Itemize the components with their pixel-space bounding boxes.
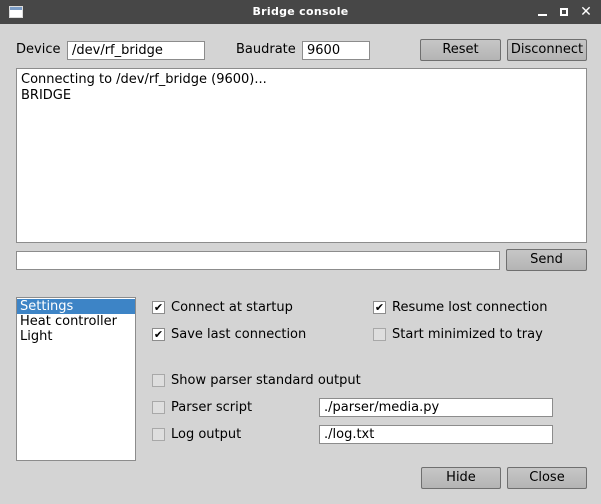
console-output[interactable]: Connecting to /dev/rf_bridge (9600)... B… — [16, 68, 587, 243]
close-window-button[interactable]: ✕ — [577, 3, 595, 21]
log-output-label: Log output — [171, 427, 242, 442]
device-input[interactable]: /dev/rf_bridge — [67, 41, 205, 60]
resume-lost-connection-checkbox[interactable]: ✔ — [373, 301, 386, 314]
parser-script-input[interactable]: ./parser/media.py — [319, 398, 553, 417]
close-button[interactable]: Close — [507, 467, 587, 489]
maximize-button[interactable] — [555, 3, 573, 21]
baudrate-label: Baudrate — [236, 42, 296, 57]
minimize-button[interactable] — [534, 3, 552, 21]
list-item-heat-controller[interactable]: Heat controller — [17, 314, 135, 329]
parser-script-checkbox[interactable] — [152, 401, 165, 414]
maximize-icon — [560, 8, 568, 16]
log-output-checkbox[interactable] — [152, 428, 165, 441]
command-input[interactable] — [16, 251, 500, 270]
list-item-settings[interactable]: Settings — [17, 299, 135, 314]
list-item-light[interactable]: Light — [17, 329, 135, 344]
minimize-icon — [538, 14, 547, 16]
disconnect-button[interactable]: Disconnect — [507, 39, 587, 61]
save-last-connection-label: Save last connection — [171, 327, 307, 342]
parser-script-label: Parser script — [171, 400, 253, 415]
settings-category-list[interactable]: Settings Heat controller Light — [16, 297, 136, 461]
hide-button[interactable]: Hide — [421, 467, 501, 489]
connect-at-startup-label: Connect at startup — [171, 300, 293, 315]
log-output-input[interactable]: ./log.txt — [319, 425, 553, 444]
window-title: Bridge console — [252, 5, 349, 18]
send-button[interactable]: Send — [506, 249, 587, 271]
save-last-connection-checkbox[interactable]: ✔ — [152, 328, 165, 341]
reset-button[interactable]: Reset — [420, 39, 501, 61]
console-line: BRIDGE — [21, 88, 72, 103]
baudrate-input[interactable]: 9600 — [302, 41, 370, 60]
device-label: Device — [16, 42, 61, 57]
console-line: Connecting to /dev/rf_bridge (9600)... — [21, 72, 267, 87]
resume-lost-connection-label: Resume lost connection — [392, 300, 548, 315]
connect-at-startup-checkbox[interactable]: ✔ — [152, 301, 165, 314]
show-parser-output-label: Show parser standard output — [171, 373, 361, 388]
start-minimized-checkbox[interactable] — [373, 328, 386, 341]
show-parser-output-checkbox[interactable] — [152, 374, 165, 387]
start-minimized-label: Start minimized to tray — [392, 327, 543, 342]
close-icon: ✕ — [580, 4, 592, 20]
